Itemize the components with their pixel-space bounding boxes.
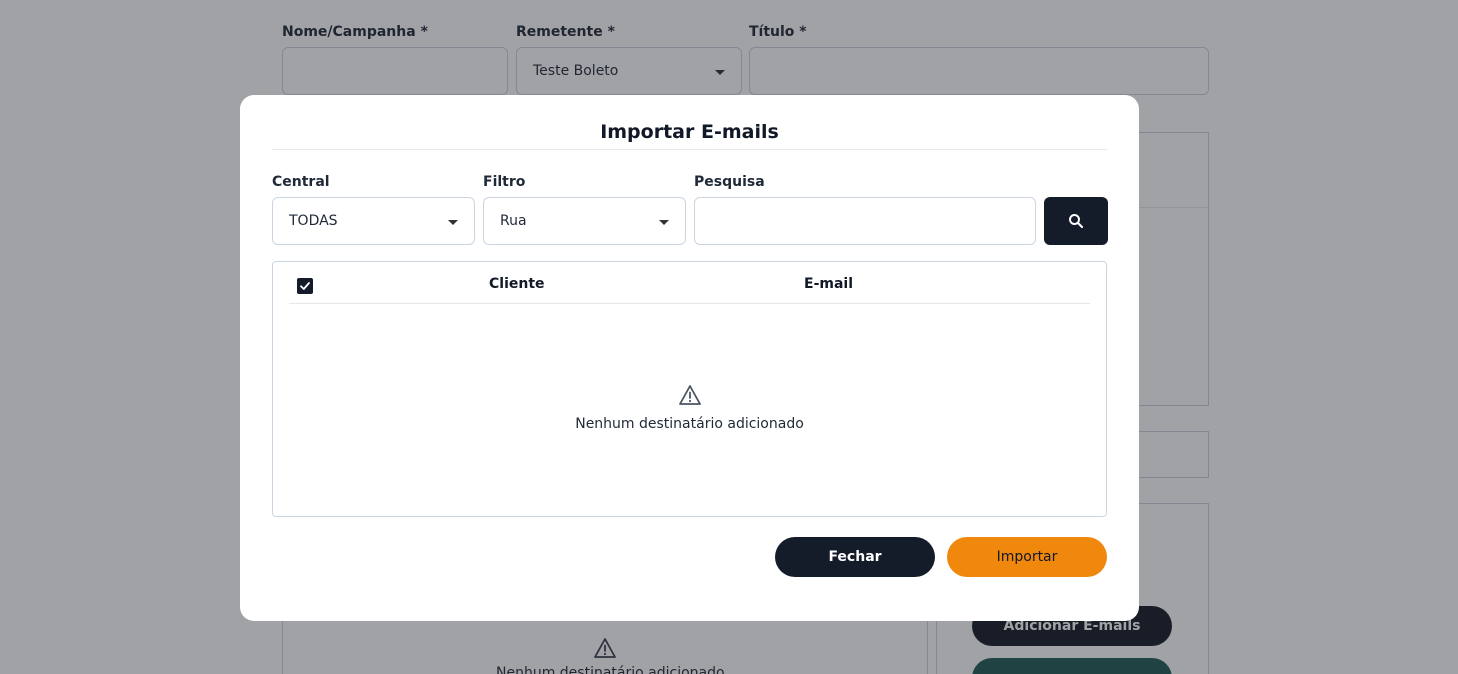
filter-label: Filtro	[483, 174, 526, 190]
emails-table: Cliente E-mail Nenhum destinatário adici…	[272, 261, 1107, 517]
chevron-down-icon	[448, 220, 458, 225]
empty-state-text: Nenhum destinatário adicionado	[575, 416, 804, 432]
chevron-down-icon	[659, 220, 669, 225]
title-divider	[272, 149, 1107, 150]
close-button[interactable]: Fechar	[775, 537, 935, 577]
warning-icon	[679, 385, 701, 405]
import-emails-modal: Importar E-mails Central TODAS Filtro Ru…	[240, 95, 1139, 621]
central-select-value: TODAS	[289, 213, 338, 229]
import-button[interactable]: Importar	[947, 537, 1107, 577]
filter-select[interactable]: Rua	[483, 197, 686, 245]
filter-select-value: Rua	[500, 213, 527, 229]
select-all-checkbox[interactable]	[297, 278, 313, 294]
search-button[interactable]	[1044, 197, 1108, 245]
central-select[interactable]: TODAS	[272, 197, 475, 245]
table-header: Cliente E-mail	[289, 262, 1090, 304]
column-header-client[interactable]: Cliente	[489, 276, 545, 292]
search-label: Pesquisa	[694, 174, 765, 190]
search-input[interactable]	[694, 197, 1036, 245]
central-label: Central	[272, 174, 330, 190]
checkbox-checked-icon	[300, 282, 310, 290]
search-icon	[1069, 214, 1084, 229]
column-header-email[interactable]: E-mail	[804, 276, 853, 292]
modal-title: Importar E-mails	[600, 121, 779, 143]
